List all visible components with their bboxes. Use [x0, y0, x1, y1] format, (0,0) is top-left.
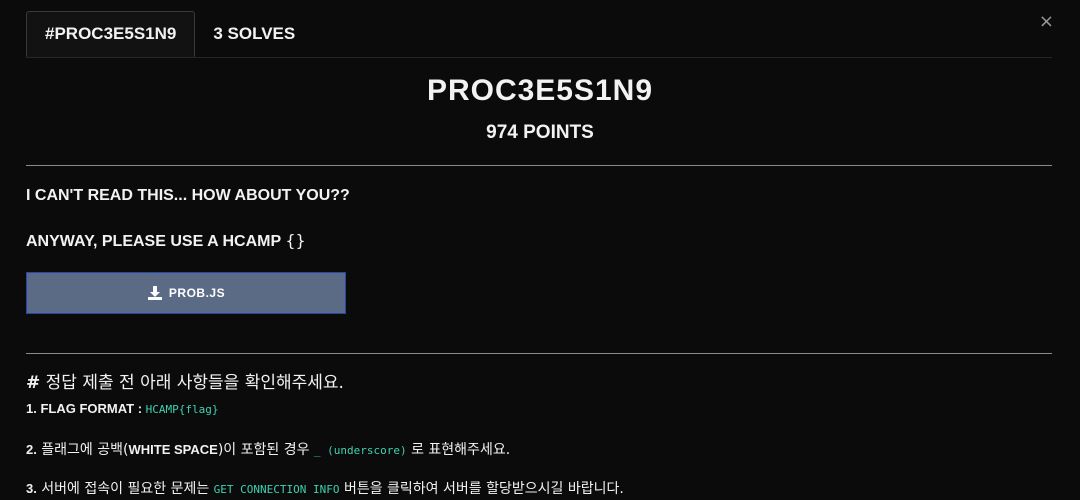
rule-bold-text: WHITE SPACE	[128, 442, 218, 457]
connection-info-code: GET CONNECTION INFO	[213, 483, 340, 496]
download-icon	[147, 286, 162, 300]
rule-text: )이 포함된 경우	[217, 442, 314, 458]
description-text: ANYWAY, PLEASE USE A HCAMP	[26, 233, 281, 250]
rule-number: 1.	[26, 401, 37, 416]
rule-text: 로 표현해주세요.	[406, 442, 511, 458]
flag-format-code: HCAMP{flag}	[145, 403, 219, 416]
rule-number: 2.	[26, 442, 37, 457]
notice-rule-3: 3. 서버에 접속이 필요한 문제는 GET CONNECTION INFO 버…	[26, 478, 624, 498]
underscore-code: _ (underscore)	[313, 444, 407, 457]
tab-solves[interactable]: 3 SOLVES	[195, 11, 313, 57]
rule-text: 플래그에 공백(	[36, 442, 129, 458]
description-braces: {}	[285, 231, 306, 250]
challenge-description-line-2: ANYWAY, PLEASE USE A HCAMP {}	[26, 231, 306, 251]
challenge-modal: × #PROC3E5S1N9 3 SOLVES PROC3E5S1N9 974 …	[0, 0, 1080, 500]
rule-number: 3.	[26, 481, 37, 496]
challenge-points: 974 POINTS	[486, 122, 594, 143]
tab-challenge[interactable]: #PROC3E5S1N9	[26, 11, 196, 57]
notice-rule-2: 2. 플래그에 공백(WHITE SPACE)이 포함된 경우 _ (under…	[26, 439, 510, 459]
challenge-description-line-1: I CAN'T READ THIS... HOW ABOUT YOU??	[26, 187, 350, 204]
challenge-tabs: #PROC3E5S1N9 3 SOLVES	[26, 11, 1052, 58]
notice-heading-text: 정답 제출 전 아래 사항들을 확인해주세요.	[40, 373, 344, 393]
challenge-title: PROC3E5S1N9	[426, 74, 654, 107]
notice-heading: # 정답 제출 전 아래 사항들을 확인해주세요.	[26, 368, 344, 393]
rule-bold-text: FLAG FORMAT :	[36, 401, 146, 416]
download-file-label: PROB.JS	[168, 286, 226, 300]
notice-hash: #	[26, 373, 41, 393]
rule-text: 버튼을 클릭하여 서버를 할당받으시길 바랍니다.	[339, 481, 624, 497]
divider	[26, 353, 1052, 354]
divider	[26, 165, 1052, 166]
download-file-button[interactable]: PROB.JS	[26, 272, 346, 314]
notice-rule-1: 1. FLAG FORMAT : HCAMP{flag}	[26, 401, 219, 417]
rule-text: 서버에 접속이 필요한 문제는	[36, 481, 214, 497]
